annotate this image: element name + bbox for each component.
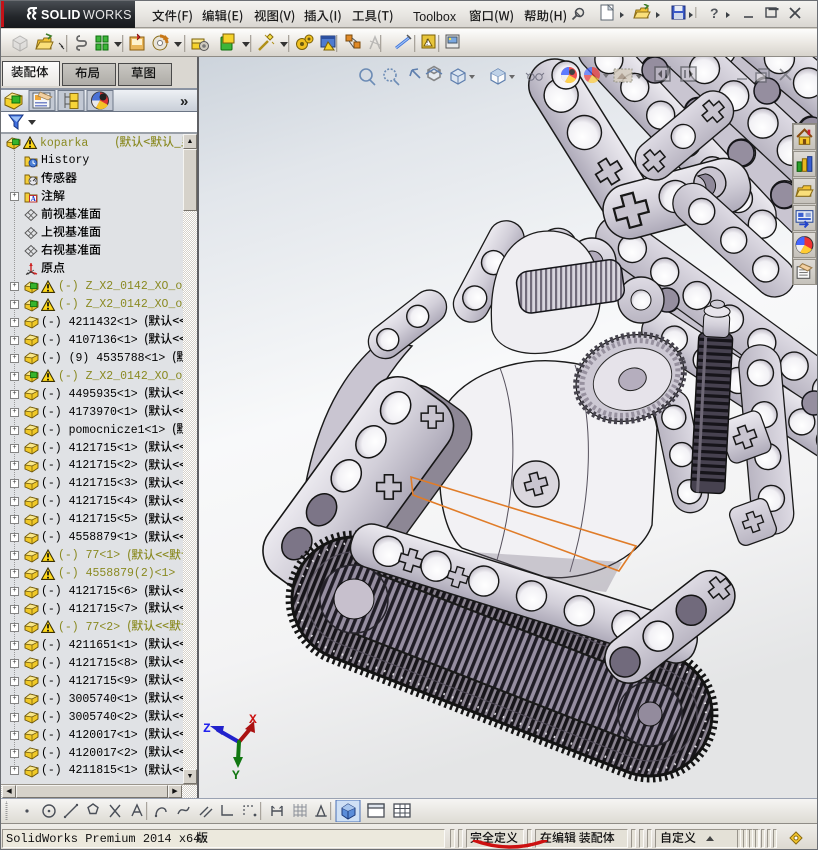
svg-text:X: X [249,712,257,727]
svg-text:Y: Y [232,768,240,783]
svg-text:WORKS: WORKS [83,8,132,22]
svg-text:?: ? [710,5,719,21]
svg-text:Z: Z [203,721,211,736]
svg-text:SOLID: SOLID [41,8,81,22]
svg-text:!: ! [426,38,428,47]
svg-text:»: » [180,93,188,110]
